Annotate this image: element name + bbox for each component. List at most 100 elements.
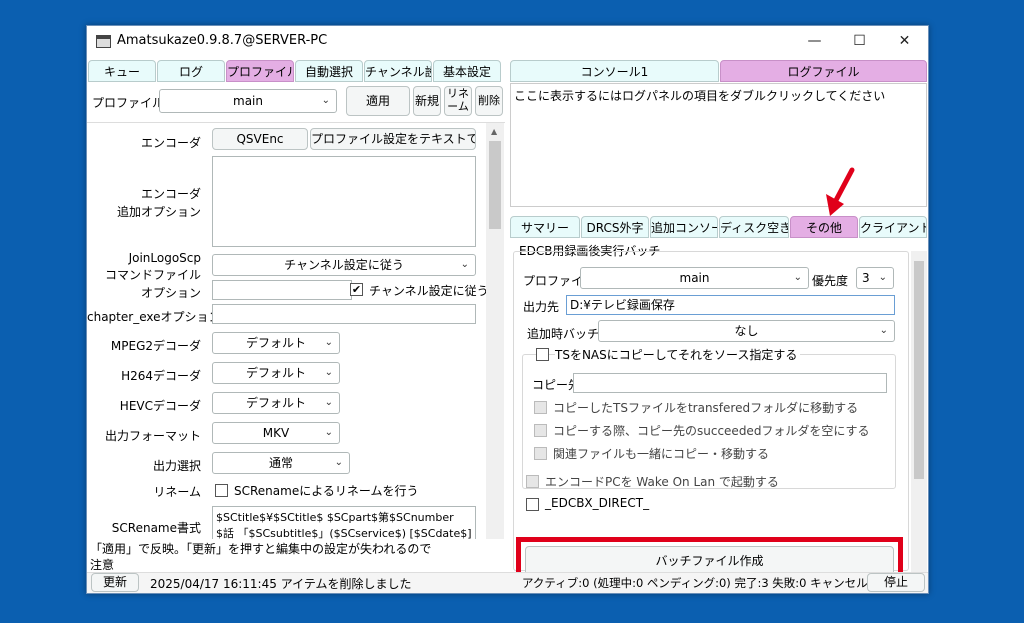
chevron-down-icon: ⌄ — [878, 272, 887, 283]
screname-format-line-2: $話 「$SCsubtitle$」($SCservice$) [$SCdate$… — [216, 527, 472, 539]
option-input[interactable] — [212, 280, 352, 300]
follow-channel-checkbox[interactable]: ✔ — [350, 283, 363, 296]
priority-select[interactable]: 3 ⌄ — [856, 267, 894, 289]
hevc-decoder-value: デフォルト — [245, 396, 306, 410]
related-files-label: 関連ファイルも一緒にコピー・移動する — [553, 447, 770, 461]
batch-profile-select[interactable]: main ⌄ — [580, 267, 809, 289]
output-select-label: 出力選択 — [152, 459, 201, 473]
extra-options-label-1: エンコーダ — [140, 187, 201, 201]
desktop: { "window": { "title": "Amatsukaze0.9.8.… — [0, 0, 1024, 623]
tab-channel[interactable]: チャンネル設 — [364, 60, 432, 82]
follow-channel-checkbox-label: チャンネル設定に従う — [369, 284, 489, 298]
edcbx-direct-checkbox[interactable] — [526, 498, 539, 511]
settings-scrollbar[interactable]: ▲ — [486, 123, 504, 539]
chevron-down-icon: ⌄ — [879, 325, 888, 336]
hevc-decoder-select[interactable]: デフォルト ⌄ — [212, 392, 340, 414]
chevron-down-icon: ⌄ — [793, 272, 802, 283]
output-format-select[interactable]: MKV ⌄ — [212, 422, 340, 444]
wake-on-lan-checkbox[interactable] — [526, 475, 539, 488]
tab-console-1[interactable]: コンソール1 — [510, 60, 719, 82]
window-title: Amatsukaze0.9.8.7@SERVER-PC — [117, 33, 328, 48]
tab-summary[interactable]: サマリー — [510, 216, 580, 238]
chevron-down-icon: ⌄ — [324, 397, 333, 408]
mpeg2-decoder-value: デフォルト — [245, 336, 306, 350]
minimize-button[interactable]: — — [792, 26, 837, 57]
encoder-extra-options-input[interactable] — [212, 156, 476, 247]
copy-dest-input[interactable] — [573, 373, 887, 393]
encoder-select[interactable]: QSVEnc — [212, 128, 308, 150]
output-select[interactable]: 通常 ⌄ — [212, 452, 350, 474]
new-profile-button[interactable]: 新規 — [413, 86, 441, 116]
update-button[interactable]: 更新 — [91, 573, 139, 592]
close-button[interactable]: ✕ — [882, 26, 927, 57]
encoder-label: エンコーダ — [140, 136, 201, 150]
add-batch-value: なし — [734, 324, 759, 338]
mpeg2-decoder-select[interactable]: デフォルト ⌄ — [212, 332, 340, 354]
tab-client-log[interactable]: クライアントロ — [859, 216, 927, 238]
rename-profile-button[interactable]: リネーム — [444, 86, 472, 116]
profile-select[interactable]: main ⌄ — [159, 89, 337, 113]
tab-auto-select[interactable]: 自動選択 — [295, 60, 363, 82]
red-arrow-annotation — [826, 167, 855, 216]
nas-copy-checkbox[interactable] — [536, 348, 549, 361]
chapter-exe-input[interactable] — [212, 304, 476, 324]
copy-profile-text-button[interactable]: プロファイル設定をテキストでコピー — [310, 128, 476, 150]
screname-format-input[interactable]: $SCtitle$¥$SCtitle$ $SCpart$第$SCnumber $… — [212, 506, 476, 539]
chevron-down-icon: ⌄ — [324, 367, 333, 378]
tab-basic-settings[interactable]: 基本設定 — [433, 60, 501, 82]
tab-log-file[interactable]: ログファイル — [720, 60, 927, 82]
move-transfered-checkbox[interactable] — [534, 401, 547, 414]
delete-profile-button[interactable]: 削除 — [475, 86, 503, 116]
scrollbar-thumb[interactable] — [914, 261, 924, 479]
stop-button[interactable]: 停止 — [867, 573, 925, 592]
add-batch-select[interactable]: なし ⌄ — [598, 320, 895, 342]
extra-options-label-2: 追加オプション — [116, 205, 201, 219]
related-files-checkbox[interactable] — [534, 447, 547, 460]
h264-decoder-select[interactable]: デフォルト ⌄ — [212, 362, 340, 384]
chevron-down-icon: ⌄ — [324, 337, 333, 348]
tab-profile[interactable]: プロファイル — [226, 60, 294, 82]
joinlogo-select-value: チャンネル設定に従う — [284, 258, 404, 272]
profile-select-value: main — [233, 94, 263, 108]
chevron-down-icon: ⌄ — [460, 259, 469, 270]
empty-succeeded-label: コピーする際、コピー先のsucceededフォルダを空にする — [553, 424, 870, 438]
apply-button[interactable]: 適用 — [346, 86, 410, 116]
create-batch-file-button[interactable]: バッチファイル作成 — [525, 546, 894, 572]
scrollbar-thumb[interactable] — [489, 141, 501, 229]
tab-log[interactable]: ログ — [157, 60, 225, 82]
tab-drcs[interactable]: DRCS外字 — [581, 216, 649, 238]
screname-checkbox[interactable] — [215, 484, 228, 497]
title-bar: Amatsukaze0.9.8.7@SERVER-PC — ☐ ✕ — [87, 26, 928, 57]
option-label: オプション — [140, 286, 201, 300]
joinlogo-select[interactable]: チャンネル設定に従う ⌄ — [212, 254, 476, 276]
apply-note: 「適用」で反映。「更新」を押すと編集中の設定が失われるので注意 — [90, 542, 432, 572]
screname-checkbox-label: SCRenameによるリネームを行う — [234, 484, 419, 498]
log-hint-text: ここに表示するにはログパネルの項目をダブルクリックしてください — [514, 89, 886, 103]
log-panel: ここに表示するにはログパネルの項目をダブルクリックしてください — [510, 83, 927, 207]
batch-panel: EDCB用録画後実行バッチ プロファイル main ⌄ 優先度 3 ⌄ 出力先 … — [510, 239, 927, 572]
output-dest-input[interactable]: D:¥テレビ録画保存 — [566, 295, 895, 315]
chevron-down-icon: ⌄ — [321, 95, 330, 106]
wake-on-lan-label: エンコードPCを Wake On Lan で起動する — [545, 475, 779, 489]
mpeg2-decoder-label: MPEG2デコーダ — [110, 339, 201, 353]
tab-other[interactable]: その他 — [790, 216, 858, 238]
chapter-exe-label: chapter_exeオプション — [87, 310, 221, 324]
add-batch-label: 追加時バッチ — [527, 327, 600, 341]
tab-add-console[interactable]: 追加コンソー — [650, 216, 718, 238]
batch-scrollbar[interactable] — [911, 251, 927, 572]
queue-status: アクティブ:0 (処理中:0 ペンディング:0) 完了:3 失敗:0 キャンセル… — [522, 576, 879, 590]
empty-succeeded-checkbox[interactable] — [534, 424, 547, 437]
h264-decoder-value: デフォルト — [245, 366, 306, 380]
screname-format-line-1: $SCtitle$¥$SCtitle$ $SCpart$第$SCnumber — [216, 511, 454, 524]
tab-queue[interactable]: キュー — [88, 60, 156, 82]
profile-label: プロファイル — [92, 96, 165, 110]
nas-copy-checkbox-label: TSをNASにコピーしてそれをソース指定する — [555, 346, 801, 363]
app-icon — [96, 35, 111, 48]
edcbx-direct-label: _EDCBX_DIRECT_ — [545, 496, 650, 510]
rename-label: リネーム — [153, 485, 201, 499]
tab-disk-free[interactable]: ディスク空き — [719, 216, 789, 238]
maximize-button[interactable]: ☐ — [837, 26, 882, 57]
status-message: 2025/04/17 16:11:45 アイテムを削除しました — [150, 577, 412, 591]
priority-value: 3 — [862, 271, 870, 285]
scroll-up-icon[interactable]: ▲ — [491, 127, 497, 136]
